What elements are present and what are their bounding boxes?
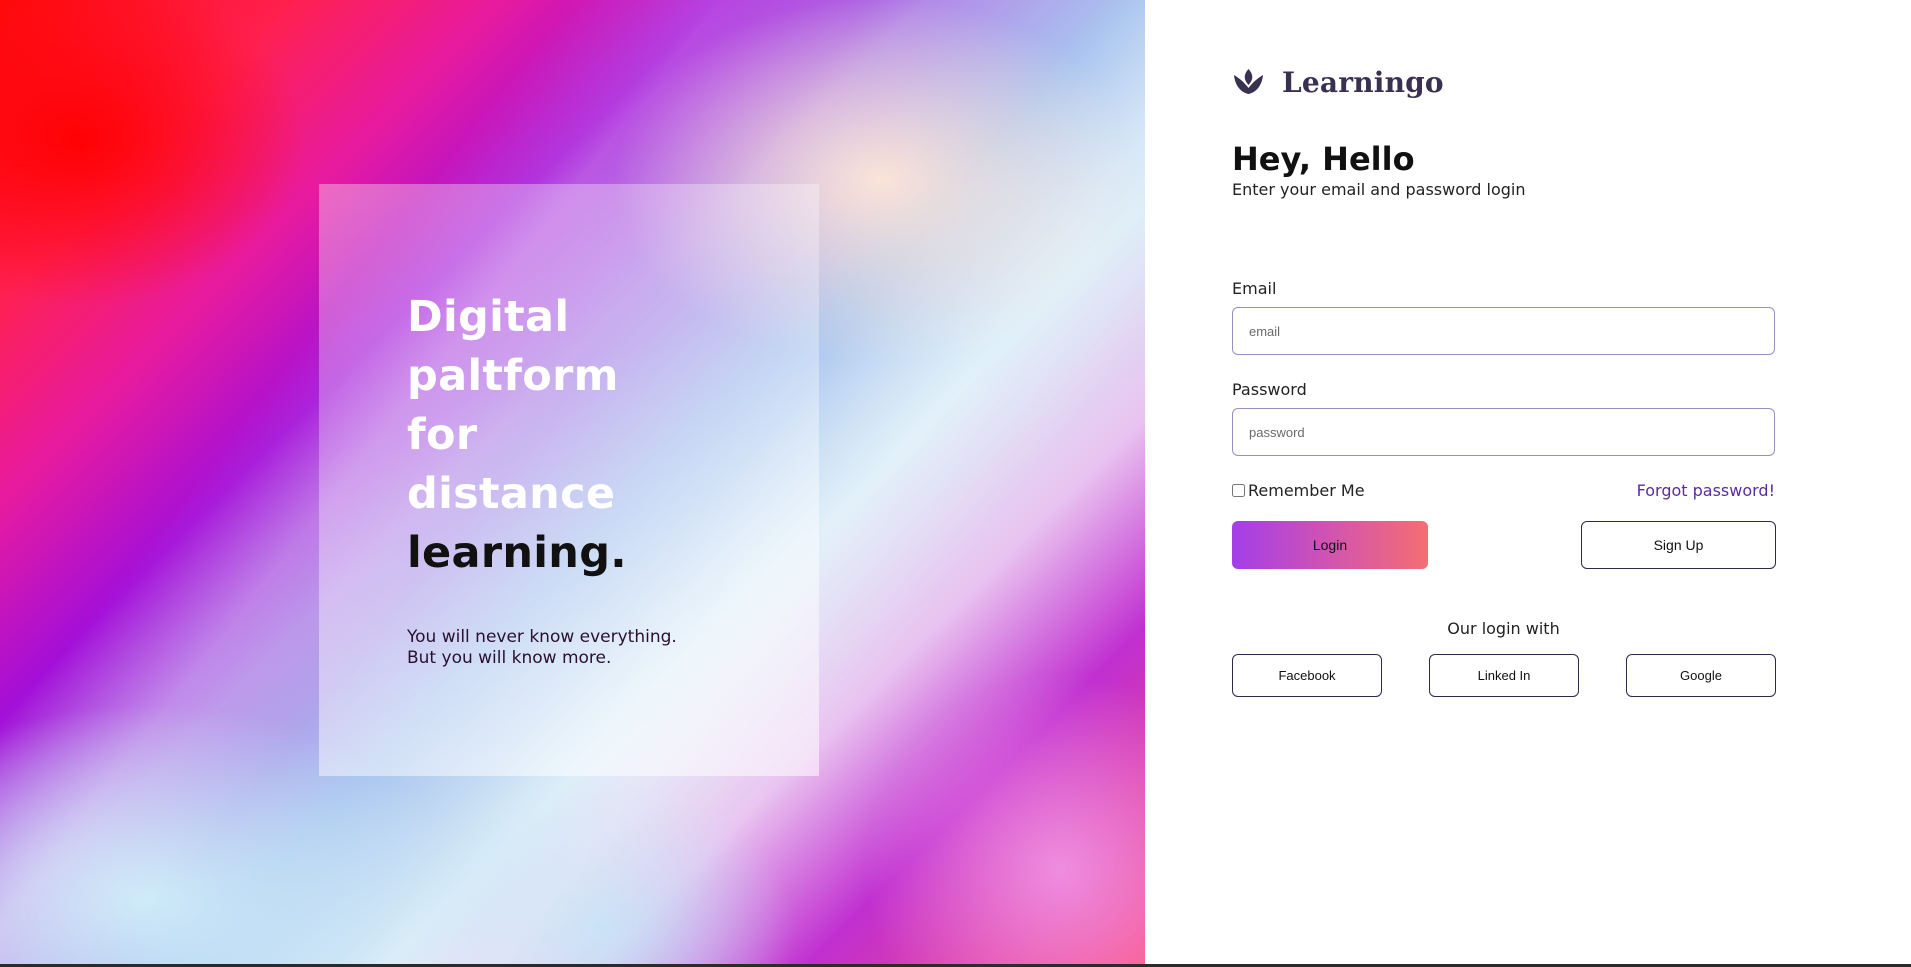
social-login-title: Our login with bbox=[1447, 619, 1560, 638]
remember-me-label: Remember Me bbox=[1248, 481, 1365, 500]
hero-subtitle-line: You will never know everything. bbox=[407, 627, 677, 647]
facebook-login-button[interactable]: Facebook bbox=[1232, 654, 1382, 697]
remember-me: Remember Me bbox=[1232, 481, 1365, 500]
email-field[interactable] bbox=[1232, 307, 1775, 355]
hero-title-line: distance bbox=[407, 469, 616, 519]
password-label: Password bbox=[1232, 380, 1307, 399]
hero-title-line: paltform bbox=[407, 351, 619, 401]
greeting-subtitle: Enter your email and password login bbox=[1232, 180, 1526, 199]
brand-name: Learningo bbox=[1282, 66, 1444, 99]
hero-title-line: Digital bbox=[407, 292, 570, 342]
password-field[interactable] bbox=[1232, 408, 1775, 456]
hero-subtitle-line: But you will know more. bbox=[407, 648, 612, 668]
hero-title-line: for bbox=[407, 410, 478, 460]
signup-button[interactable]: Sign Up bbox=[1581, 521, 1776, 569]
login-panel: Learningo Hey, Hello Enter your email an… bbox=[1145, 0, 1911, 964]
forgot-password-link[interactable]: Forgot password! bbox=[1637, 481, 1775, 500]
lotus-icon bbox=[1234, 68, 1263, 94]
email-label: Email bbox=[1232, 279, 1277, 298]
linkedin-login-button[interactable]: Linked In bbox=[1429, 654, 1579, 697]
google-login-button[interactable]: Google bbox=[1626, 654, 1776, 697]
hero-title: Digital paltform for distance learning. bbox=[407, 288, 627, 583]
hero-card: Digital paltform for distance learning. … bbox=[319, 184, 819, 776]
login-button[interactable]: Login bbox=[1232, 521, 1428, 569]
remember-me-checkbox[interactable] bbox=[1232, 484, 1245, 497]
hero-subtitle: You will never know everything. But you … bbox=[407, 627, 677, 669]
login-page: Digital paltform for distance learning. … bbox=[0, 0, 1911, 967]
brand: Learningo bbox=[1232, 66, 1444, 99]
greeting-title: Hey, Hello bbox=[1232, 140, 1415, 178]
hero-panel: Digital paltform for distance learning. … bbox=[0, 0, 1145, 964]
hero-title-emphasis: learning. bbox=[407, 528, 627, 578]
